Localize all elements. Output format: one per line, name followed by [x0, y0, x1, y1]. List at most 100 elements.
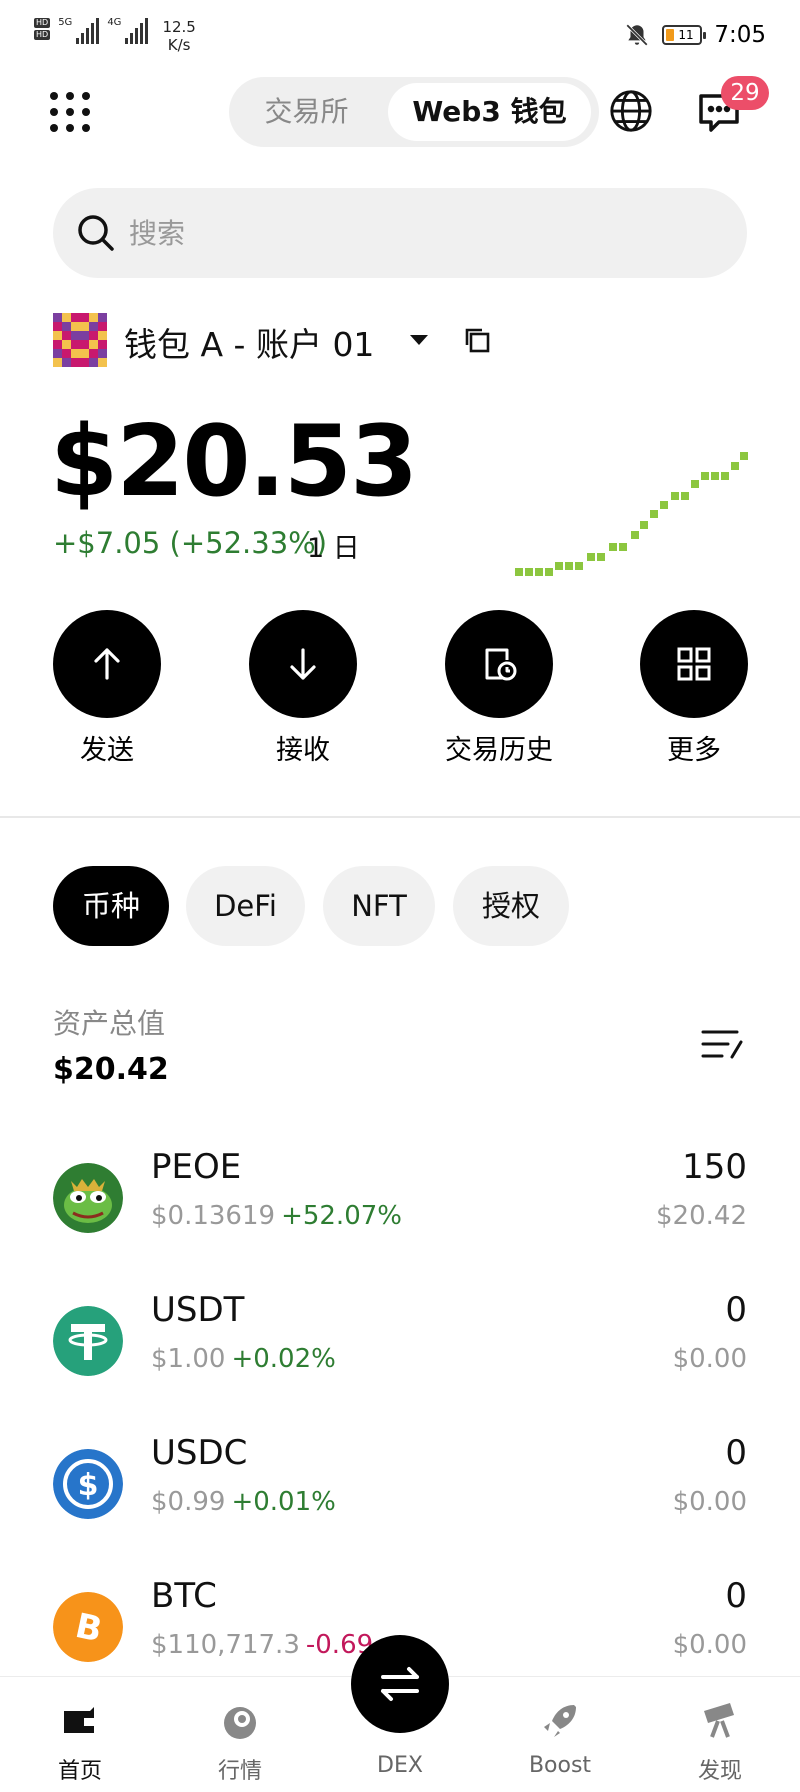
- nav-market[interactable]: 行情: [180, 1677, 300, 1792]
- mode-switch: 交易所 Web3 钱包: [229, 77, 599, 147]
- menu-grid-icon[interactable]: [50, 92, 92, 134]
- tab-exchange[interactable]: 交易所: [239, 83, 374, 141]
- hd-indicator: HD HD: [34, 18, 51, 40]
- token-quantity: 150: [682, 1147, 747, 1187]
- market-icon: [224, 1707, 256, 1739]
- token-price: $110,717.3 -0.69: [151, 1630, 373, 1660]
- swap-icon: [381, 1667, 419, 1701]
- section-divider: [0, 816, 800, 818]
- telescope-icon: [704, 1703, 734, 1738]
- token-price-value: $110,717.3: [151, 1630, 300, 1660]
- sort-icon[interactable]: [700, 1026, 744, 1062]
- notification-badge: 29: [721, 76, 769, 110]
- total-assets-value: $20.42: [53, 1052, 169, 1087]
- history-action[interactable]: 交易历史: [445, 610, 553, 766]
- search-bar[interactable]: [53, 188, 747, 278]
- nav-home-label: 首页: [57, 1759, 102, 1784]
- nav-discover-label: 发现: [697, 1759, 742, 1784]
- nav-boost-label: Boost: [528, 1753, 592, 1778]
- svg-text:$: $: [78, 1468, 99, 1503]
- clock: 7:05: [714, 22, 766, 48]
- balance-change: +$7.05 (+52.33%): [53, 526, 328, 560]
- status-bar: HD HD 5G 4G 12.5 K/s 11 7:05: [0, 0, 800, 72]
- token-quantity: 0: [725, 1576, 747, 1616]
- tether-icon: [53, 1306, 123, 1376]
- receive-label: 接收: [276, 735, 330, 766]
- hd-label: HD: [34, 18, 51, 28]
- signal-4g-icon: 4G: [107, 17, 149, 44]
- battery-icon: 11: [662, 25, 707, 45]
- token-value: $0.00: [672, 1630, 747, 1660]
- balance-sparkline: [515, 452, 748, 576]
- bitcoin-icon: B: [53, 1592, 123, 1662]
- signal-5g-icon: 5G: [58, 17, 100, 44]
- send-label: 发送: [80, 735, 134, 766]
- token-change: +0.02%: [231, 1344, 336, 1374]
- token-symbol: USDC: [151, 1433, 248, 1473]
- receive-action[interactable]: 接收: [249, 610, 357, 766]
- nav-discover[interactable]: 发现: [660, 1677, 780, 1792]
- filter-tokens[interactable]: 币种: [53, 866, 169, 946]
- network-type-label: 5G: [58, 17, 73, 28]
- dex-swap-button[interactable]: [351, 1635, 449, 1733]
- nav-boost[interactable]: Boost: [500, 1677, 620, 1792]
- token-value: $0.00: [672, 1487, 747, 1517]
- status-right: 11 7:05: [624, 22, 766, 48]
- token-symbol: USDT: [151, 1290, 245, 1330]
- history-button[interactable]: [445, 610, 553, 718]
- wallet-balance: $20.53: [50, 405, 418, 519]
- token-price-value: $1.00: [151, 1344, 226, 1374]
- more-button[interactable]: [640, 610, 748, 718]
- token-price: $0.13619 +52.07%: [151, 1201, 402, 1231]
- token-value: $0.00: [672, 1344, 747, 1374]
- search-input[interactable]: [129, 188, 729, 278]
- nav-home[interactable]: 首页: [20, 1677, 140, 1792]
- change-period: 1 日: [307, 533, 360, 564]
- token-row[interactable]: PEOE $0.13619 +52.07% 150 $20.42: [0, 1145, 800, 1275]
- wallet-name[interactable]: 钱包 A - 账户 01: [124, 318, 374, 366]
- send-action[interactable]: 发送: [53, 610, 161, 766]
- filter-approvals[interactable]: 授权: [453, 866, 569, 946]
- token-row[interactable]: $ USDC $0.99 +0.01% 0 $0.00: [0, 1431, 800, 1561]
- hd-label: HD: [34, 30, 51, 40]
- token-row[interactable]: USDT $1.00 +0.02% 0 $0.00: [0, 1288, 800, 1418]
- arrow-up-icon: [94, 648, 120, 680]
- send-button[interactable]: [53, 610, 161, 718]
- pepe-frog-icon: [53, 1163, 123, 1233]
- filter-nft[interactable]: NFT: [323, 866, 435, 946]
- globe-icon[interactable]: [608, 88, 654, 134]
- token-price: $1.00 +0.02%: [151, 1344, 336, 1374]
- nav-dex-label: DEX: [377, 1753, 423, 1778]
- filter-defi[interactable]: DeFi: [186, 866, 305, 946]
- speed-unit: K/s: [167, 36, 191, 54]
- battery-level: 11: [678, 28, 694, 42]
- token-price-value: $0.13619: [151, 1201, 276, 1231]
- nav-market-label: 行情: [217, 1759, 262, 1784]
- more-label: 更多: [667, 735, 721, 766]
- caret-down-icon[interactable]: [408, 333, 430, 347]
- usdc-icon: $: [53, 1449, 123, 1519]
- receive-button[interactable]: [249, 610, 357, 718]
- more-action[interactable]: 更多: [640, 610, 748, 766]
- token-price-value: $0.99: [151, 1487, 226, 1517]
- wallet-avatar[interactable]: [53, 313, 107, 367]
- speed-value: 12.5: [162, 18, 196, 36]
- history-label: 交易历史: [445, 735, 553, 766]
- token-symbol: BTC: [151, 1576, 217, 1616]
- token-change: +0.01%: [231, 1487, 336, 1517]
- network-speed: 12.5 K/s: [162, 18, 195, 54]
- network-type-label: 4G: [107, 17, 122, 28]
- search-icon: [78, 215, 114, 251]
- history-icon: [485, 648, 517, 681]
- token-value: $20.42: [656, 1201, 747, 1231]
- grid-apps-icon: [677, 647, 711, 681]
- wallet-icon: [64, 1707, 96, 1733]
- token-symbol: PEOE: [151, 1147, 242, 1187]
- status-left: HD HD 5G 4G 12.5 K/s: [34, 18, 196, 54]
- rocket-icon: [544, 1705, 576, 1737]
- copy-icon[interactable]: [463, 326, 491, 354]
- tab-web3-wallet[interactable]: Web3 钱包: [388, 83, 591, 141]
- arrow-down-icon: [290, 648, 316, 680]
- token-quantity: 0: [725, 1433, 747, 1473]
- token-change: +52.07%: [281, 1201, 402, 1231]
